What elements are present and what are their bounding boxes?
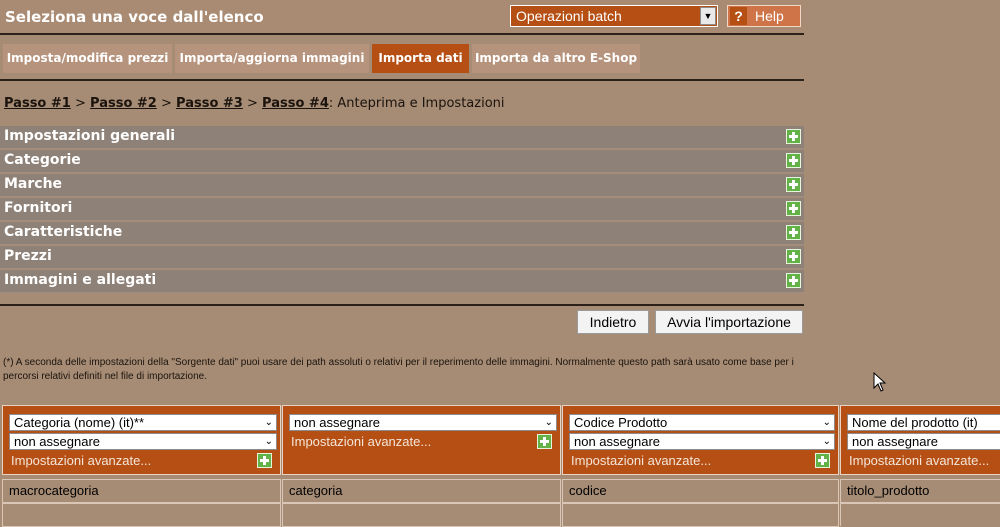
top-bar: Seleziona una voce dall'elenco Operazion…	[0, 0, 804, 35]
advanced-settings-link[interactable]: Impostazioni avanzate...	[11, 453, 151, 468]
breadcrumb-current: Anteprima e Impostazioni	[337, 96, 505, 111]
section-label: Prezzi	[4, 248, 52, 264]
chevron-down-icon: ⌄	[264, 417, 273, 428]
section-label: Impostazioni generali	[4, 128, 176, 144]
section-categories[interactable]: Categorie	[0, 150, 804, 173]
mapping-column: Categoria (nome) (it)** ⌄ non assegnare ⌄ …	[2, 405, 281, 527]
chevron-down-icon: ⌄	[822, 436, 831, 447]
table-cell	[282, 503, 561, 527]
section-label: Fornitori	[4, 200, 73, 216]
chevron-down-icon[interactable]: ▼	[700, 7, 716, 25]
advanced-settings-link[interactable]: Impostazioni avanzate...	[849, 453, 989, 468]
section-label: Caratteristiche	[4, 224, 123, 240]
section-prices[interactable]: Prezzi	[0, 246, 804, 269]
expand-plus-icon[interactable]	[786, 225, 801, 240]
breadcrumb-step-2[interactable]: Passo #2	[90, 96, 157, 111]
footnote: (*) A seconda delle impostazioni della "…	[3, 357, 794, 382]
mapping-column: non assegnare ⌄ Impostazioni avanzate... …	[282, 405, 561, 527]
batch-operations-value: Operazioni batch	[516, 8, 622, 24]
table-cell: titolo_prodotto	[840, 479, 1000, 503]
section-general-settings[interactable]: Impostazioni generali	[0, 126, 804, 149]
expand-plus-icon[interactable]	[786, 153, 801, 168]
section-suppliers[interactable]: Fornitori	[0, 198, 804, 221]
section-label: Immagini e allegati	[4, 272, 157, 288]
expand-plus-icon[interactable]	[537, 434, 552, 449]
expand-plus-icon[interactable]	[786, 177, 801, 192]
mapping-column: Nome del prodotto (it) non assegnare Imp…	[840, 405, 1000, 526]
field-select[interactable]: Nome del prodotto (it)	[847, 414, 1000, 431]
advanced-settings-link[interactable]: Impostazioni avanzate...	[571, 453, 711, 468]
mode-select[interactable]: non assegnare ⌄	[9, 433, 277, 450]
column-header: Codice Prodotto ⌄ non assegnare ⌄ Impostaz…	[562, 405, 839, 475]
field-select[interactable]: Codice Prodotto ⌄	[569, 414, 835, 431]
expand-plus-icon[interactable]	[786, 201, 801, 216]
section-label: Marche	[4, 176, 63, 192]
section-label: Categorie	[4, 152, 81, 168]
expand-plus-icon[interactable]	[815, 453, 830, 468]
section-features[interactable]: Caratteristiche	[0, 222, 804, 245]
start-import-button[interactable]: Avvia l'importazione	[655, 310, 803, 334]
column-mapping-grid: Categoria (nome) (it)** ⌄ non assegnare ⌄ …	[0, 405, 1000, 527]
help-button[interactable]: ? Help	[727, 5, 801, 27]
mode-select[interactable]: non assegnare	[847, 433, 1000, 450]
column-header: Categoria (nome) (it)** ⌄ non assegnare ⌄ …	[2, 405, 281, 475]
expand-plus-icon[interactable]	[786, 249, 801, 264]
column-header: non assegnare ⌄ Impostazioni avanzate...	[282, 405, 561, 475]
breadcrumb-step-3[interactable]: Passo #3	[176, 96, 243, 111]
table-cell	[840, 503, 1000, 526]
help-icon: ?	[730, 7, 747, 25]
mouse-cursor-icon	[873, 372, 887, 392]
help-label: Help	[755, 8, 784, 24]
expand-plus-icon[interactable]	[786, 129, 801, 144]
breadcrumb-separator: >	[247, 96, 258, 111]
page-title: Seleziona una voce dall'elenco	[5, 8, 264, 26]
table-cell: codice	[562, 479, 839, 503]
divider	[0, 304, 804, 306]
settings-sections: Impostazioni generali Categorie Marche F…	[0, 126, 804, 294]
table-cell	[2, 503, 281, 527]
batch-operations-select[interactable]: Operazioni batch ▼	[510, 5, 718, 27]
tab-set-prices[interactable]: Imposta/modifica prezzi	[3, 44, 172, 73]
divider	[0, 79, 804, 81]
expand-plus-icon[interactable]	[786, 273, 801, 288]
chevron-down-icon: ⌄	[544, 417, 553, 428]
breadcrumb: Passo #1 > Passo #2 > Passo #3 > Passo #…	[4, 96, 505, 111]
field-select[interactable]: Categoria (nome) (it)** ⌄	[9, 414, 277, 431]
column-header: Nome del prodotto (it) non assegnare Imp…	[840, 405, 1000, 475]
breadcrumb-step-4[interactable]: Passo #4	[262, 96, 329, 111]
mode-select[interactable]: non assegnare ⌄	[569, 433, 835, 450]
breadcrumb-separator: >	[74, 96, 86, 111]
field-select[interactable]: non assegnare ⌄	[289, 414, 557, 431]
back-button[interactable]: Indietro	[577, 310, 649, 334]
tab-import-images[interactable]: Importa/aggiorna immagini	[175, 44, 369, 73]
table-cell: macrocategoria	[2, 479, 281, 503]
mapping-column: Codice Prodotto ⌄ non assegnare ⌄ Impostaz…	[562, 405, 839, 527]
chevron-down-icon: ⌄	[264, 436, 273, 447]
section-images-attachments[interactable]: Immagini e allegati	[0, 270, 804, 293]
tab-import-other-eshop[interactable]: Importa da altro E-Shop	[472, 44, 640, 73]
section-brands[interactable]: Marche	[0, 174, 804, 197]
breadcrumb-separator: >	[160, 96, 172, 111]
advanced-settings-link[interactable]: Impostazioni avanzate...	[291, 434, 431, 449]
table-cell	[562, 503, 839, 527]
chevron-down-icon: ⌄	[822, 417, 831, 428]
tab-import-data[interactable]: Importa dati	[372, 44, 469, 73]
breadcrumb-step-1[interactable]: Passo #1	[4, 96, 71, 111]
table-cell: categoria	[282, 479, 561, 503]
expand-plus-icon[interactable]	[257, 453, 272, 468]
